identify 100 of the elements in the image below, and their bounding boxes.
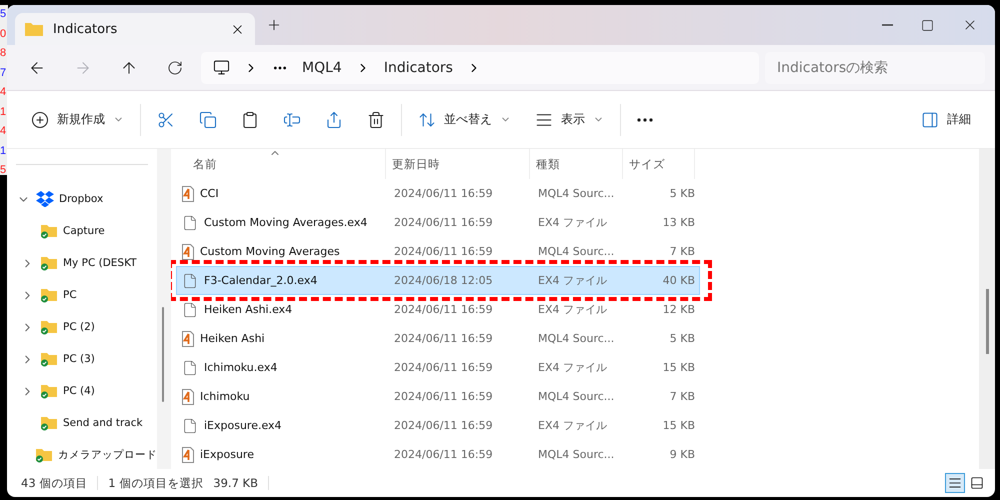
file-type: EX4 ファイル	[537, 302, 608, 317]
axis-label: 5	[0, 7, 8, 22]
file-icon	[182, 360, 198, 376]
file-icon	[182, 214, 198, 230]
minimize-icon	[882, 24, 893, 26]
folder-synced-icon	[40, 319, 58, 335]
file-row[interactable]: iExposure.ex4 2024/06/11 16:59 EX4 ファイル 15 KB	[176, 411, 700, 440]
copy-icon	[199, 110, 217, 128]
sidebar-item[interactable]: Capture	[7, 215, 157, 247]
modified-date: 2024/06/11 16:59	[393, 390, 494, 403]
file-size: 7 KB	[668, 245, 696, 258]
file-icon	[182, 302, 198, 318]
folder-synced-icon	[40, 351, 58, 367]
file-type: MQL4 Sourc...	[537, 187, 616, 200]
mql4-file-icon	[182, 244, 194, 260]
maximize-icon	[921, 18, 934, 32]
file-row[interactable]: Custom Moving Averages 2024/06/11 16:59 MQL4 Sourc... 7 KB	[176, 237, 700, 266]
new-icon	[31, 110, 49, 128]
details-button[interactable]: 詳細	[909, 102, 983, 138]
file-row[interactable]: iExposure 2024/06/11 16:59 MQL4 Sourc... 9 KB	[176, 440, 700, 469]
modified-date: 2024/06/11 16:59	[393, 332, 494, 345]
file-name: Heiken Ashi	[200, 332, 265, 345]
sidebar-item[interactable]: PC (3)	[7, 343, 157, 375]
file-row[interactable]: Heiken Ashi 2024/06/11 16:59 MQL4 Sourc... 5 KB	[176, 324, 700, 353]
search-field[interactable]: Indicatorsの検索	[765, 52, 985, 84]
sort-button[interactable]: 並べ替え	[406, 102, 523, 138]
file-name: Ichimoku	[200, 390, 250, 403]
selection-size: 39.7 KB	[213, 476, 258, 490]
file-row[interactable]: Ichimoku.ex4 2024/06/11 16:59 EX4 ファイル 15 KB	[176, 353, 700, 382]
sidebar-item[interactable]: カメラアップロード	[7, 439, 157, 469]
file-name: F3-Calendar_2.0.ex4	[204, 274, 318, 287]
axis-label: 5	[0, 163, 8, 178]
file-size: 13 KB	[662, 216, 696, 229]
axis-label: 4	[0, 85, 8, 100]
file-row[interactable]: CCI 2024/06/11 16:59 MQL4 Sourc... 5 KB	[176, 179, 700, 208]
modified-date: 2024/06/11 16:59	[393, 361, 494, 374]
file-size: 15 KB	[662, 361, 696, 374]
file-size: 5 KB	[668, 187, 696, 200]
list-icon	[948, 476, 962, 490]
modified-date: 2024/06/11 16:59	[393, 245, 494, 258]
file-row[interactable]: Custom Moving Averages.ex4 2024/06/11 16:59 EX4 ファイル 13 KB	[176, 208, 700, 237]
folder-synced-icon	[35, 447, 53, 463]
mql4-file-icon	[182, 186, 194, 202]
file-name: Custom Moving Averages.ex4	[204, 216, 368, 229]
window-tab[interactable]: Indicators	[15, 13, 255, 45]
folder-synced-icon	[40, 223, 58, 239]
file-row[interactable]: Ichimoku 2024/06/11 16:59 MQL4 Sourc... 7 KB	[176, 382, 700, 411]
trash-icon	[367, 110, 385, 128]
file-size: 7 KB	[668, 390, 696, 403]
new-button[interactable]: 新規作成	[19, 102, 136, 138]
panel-icon	[970, 476, 984, 490]
breadcrumb[interactable]: Indicators	[384, 60, 453, 76]
file-icon	[182, 418, 198, 434]
mql4-file-icon	[182, 330, 194, 346]
sidebar-item[interactable]: My PC (DESKT	[7, 247, 157, 279]
mql4-file-icon	[182, 388, 194, 404]
breadcrumb[interactable]: MQL4	[302, 60, 342, 76]
column-header[interactable]: 名前	[173, 149, 386, 179]
column-header[interactable]: 種類	[530, 149, 623, 179]
file-row[interactable]: Heiken Ashi.ex4 2024/06/11 16:59 EX4 ファイル 12 KB	[176, 295, 700, 324]
file-type: MQL4 Sourc...	[537, 448, 616, 461]
sidebar-item[interactable]: PC	[7, 279, 157, 311]
axis-label: 1	[0, 104, 8, 120]
file-icon	[182, 272, 198, 288]
modified-date: 2024/06/11 16:59	[393, 303, 494, 316]
details-view-button[interactable]	[945, 473, 965, 493]
file-size: 15 KB	[662, 419, 696, 432]
file-size: 9 KB	[668, 448, 696, 461]
modified-date: 2024/06/18 12:05	[393, 274, 494, 287]
address-bar[interactable]: MQL4 Indicators	[201, 52, 759, 84]
folder-icon	[25, 22, 43, 36]
file-type: MQL4 Sourc...	[537, 245, 616, 258]
view-button[interactable]: 表示	[523, 102, 616, 138]
column-header[interactable]: 更新日時	[386, 149, 530, 179]
dropbox-icon	[36, 191, 54, 207]
plus-icon	[266, 17, 282, 33]
scroll-thumb[interactable]	[162, 307, 164, 402]
file-name: Ichimoku.ex4	[204, 361, 278, 374]
more-icon	[637, 118, 653, 122]
modified-date: 2024/06/11 16:59	[393, 187, 494, 200]
file-type: EX4 ファイル	[537, 273, 608, 288]
modified-date: 2024/06/11 16:59	[393, 448, 494, 461]
mql4-file-icon	[182, 446, 194, 462]
sidebar-item[interactable]: PC (4)	[7, 375, 157, 407]
scroll-thumb[interactable]	[986, 289, 989, 354]
sidebar-item[interactable]: Dropbox	[7, 183, 157, 215]
cut-icon	[157, 110, 175, 128]
file-size: 5 KB	[668, 332, 696, 345]
file-row[interactable]: F3-Calendar_2.0.ex4 2024/06/18 12:05 EX4 ファイル 40 KB	[176, 266, 700, 295]
axis-label: 1	[0, 144, 8, 158]
axis-label: 7	[0, 66, 8, 80]
column-header[interactable]: サイズ	[623, 149, 695, 179]
sort-icon	[418, 110, 436, 128]
file-name: CCI	[200, 187, 219, 200]
share-icon	[325, 110, 343, 128]
sidebar-item[interactable]: Send and track	[7, 407, 157, 439]
selection-count: 1 個の項目を選択	[108, 476, 204, 490]
modified-date: 2024/06/11 16:59	[393, 419, 494, 432]
file-type: MQL4 Sourc...	[537, 332, 616, 345]
sidebar-item[interactable]: PC (2)	[7, 311, 157, 343]
